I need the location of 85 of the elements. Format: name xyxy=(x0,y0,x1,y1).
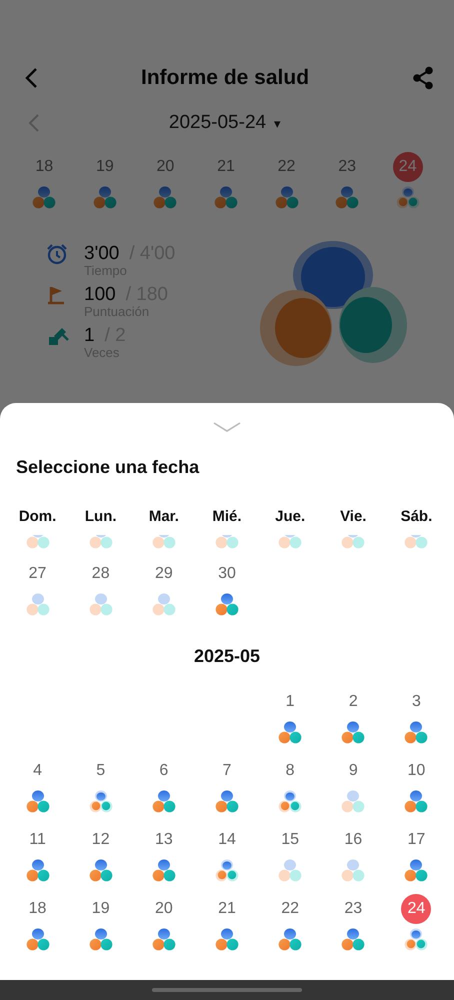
petals-icon xyxy=(274,185,300,209)
collapse-icon[interactable] xyxy=(213,422,241,432)
day-number[interactable]: 23 xyxy=(338,894,368,924)
petals-icon xyxy=(88,789,114,813)
day-number[interactable]: 8 xyxy=(275,756,306,786)
weekday-label: Vie. xyxy=(339,508,368,525)
petals-icon xyxy=(212,185,239,209)
day-number[interactable]: 12 xyxy=(86,825,116,855)
hammer-icon xyxy=(46,325,70,347)
day-number[interactable]: 19 xyxy=(86,894,116,924)
petals-icon xyxy=(150,592,177,616)
day-number[interactable]: 9 xyxy=(338,756,368,786)
day-number[interactable]: 18 xyxy=(22,894,53,924)
petals-icon xyxy=(88,858,114,882)
day-number[interactable]: 7 xyxy=(212,756,242,786)
weekday-label: Sáb. xyxy=(400,508,434,525)
petals-icon xyxy=(214,858,240,882)
petals-icon xyxy=(394,185,421,209)
petals-icon xyxy=(340,720,366,744)
stat-value: 1 xyxy=(84,325,95,347)
petals-icon xyxy=(214,592,240,616)
petals-icon xyxy=(277,720,304,744)
day-number[interactable]: 13 xyxy=(148,825,179,855)
petals-icon xyxy=(340,789,366,813)
petals-icon xyxy=(150,927,177,951)
stat-value: 3'00 xyxy=(84,243,120,265)
petals-icon xyxy=(31,185,58,209)
day-number[interactable]: 17 xyxy=(401,825,432,855)
back-icon[interactable] xyxy=(24,67,38,89)
day-number[interactable]: 22 xyxy=(275,894,306,924)
page-title: Informe de salud xyxy=(140,66,310,90)
petals-icon xyxy=(403,927,430,951)
weekday-label: Mar. xyxy=(148,508,180,525)
weekday-label: Jue. xyxy=(274,508,306,525)
day-number[interactable]: 3 xyxy=(401,687,432,717)
petals-icon xyxy=(334,185,360,209)
day-number[interactable]: 6 xyxy=(148,756,179,786)
petals-icon xyxy=(214,789,240,813)
petals-icon xyxy=(214,927,240,951)
petals-icon xyxy=(277,858,304,882)
previous-icon[interactable] xyxy=(28,113,40,133)
day-number[interactable]: 16 xyxy=(338,825,368,855)
day-number[interactable]: 1 xyxy=(275,687,306,717)
weekday-label: Mié. xyxy=(211,508,243,525)
day-number[interactable]: 27 xyxy=(22,559,53,589)
petals-icon xyxy=(403,720,430,744)
petals-icon xyxy=(340,927,366,951)
weekday-label: Lun. xyxy=(84,508,118,525)
day-number[interactable]: 5 xyxy=(86,756,116,786)
stat-value: 100 xyxy=(84,284,116,306)
petals-icon xyxy=(24,789,51,813)
petals-icon xyxy=(150,858,177,882)
day-number[interactable]: 11 xyxy=(22,825,53,855)
dropdown-caret[interactable]: ▾ xyxy=(274,116,282,130)
day-number[interactable]: 2 xyxy=(338,687,368,717)
weekday-label: Dom. xyxy=(18,508,58,525)
petals-icon xyxy=(152,185,178,209)
petals-icon xyxy=(277,927,304,951)
petals-icon xyxy=(277,789,304,813)
petals-icon xyxy=(340,858,366,882)
petals-icon xyxy=(24,592,51,616)
day-number[interactable]: 4 xyxy=(22,756,53,786)
day-number[interactable]: 20 xyxy=(148,894,179,924)
sheet-title: Seleccione una fecha xyxy=(15,456,200,478)
petals-icon xyxy=(403,789,430,813)
petals-icon xyxy=(24,858,51,882)
date-label[interactable]: 2025-05-24 xyxy=(168,112,266,134)
petals-icon xyxy=(403,858,430,882)
alarm-clock-icon xyxy=(46,243,68,265)
day-number[interactable]: 21 xyxy=(212,894,242,924)
share-icon[interactable] xyxy=(412,66,434,90)
home-indicator[interactable] xyxy=(152,988,302,992)
petals-icon xyxy=(150,789,177,813)
day-number[interactable]: 28 xyxy=(86,559,116,589)
day-number[interactable]: 10 xyxy=(401,756,432,786)
petals-icon xyxy=(88,592,114,616)
day-number[interactable]: 15 xyxy=(275,825,306,855)
day-number[interactable]: 14 xyxy=(212,825,242,855)
petals-icon xyxy=(92,185,118,209)
day-number[interactable]: 24 xyxy=(401,894,432,924)
petals-icon xyxy=(88,927,114,951)
petals-icon xyxy=(24,927,51,951)
month-title: 2025-05 xyxy=(192,645,262,668)
day-number[interactable]: 29 xyxy=(148,559,179,589)
day-number[interactable]: 30 xyxy=(212,559,242,589)
